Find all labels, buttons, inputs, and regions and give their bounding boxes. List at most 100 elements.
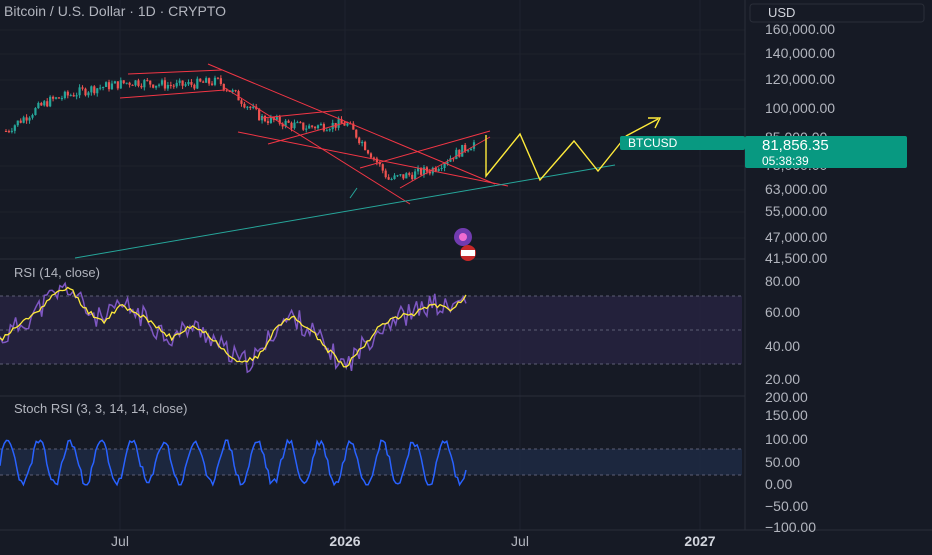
candle-body [60,98,64,100]
stoch-tick-label: 150.00 [765,407,808,423]
candle-body [337,119,340,128]
candle-body [390,179,393,181]
candle-body [175,82,178,87]
candle-body [69,95,72,97]
candle-body [408,173,411,175]
candle-body [99,87,102,89]
candle-body [102,86,105,88]
candle-body [93,86,96,94]
rsi-tick-label: 40.00 [765,338,800,354]
candle-body [311,125,314,127]
candle-body [49,96,52,107]
rsi-tick-label: 80.00 [765,273,800,289]
price-tag-value: 81,856.35 [762,137,829,154]
candle-body [78,87,81,96]
candle-body [143,80,146,88]
candle-body [305,128,308,130]
candle-body [393,175,396,180]
stoch-tick-label: 200.00 [765,389,808,405]
chart-title: Bitcoin / U.S. Dollar · 1D · CRYPTO [4,3,226,19]
candle-body [258,108,261,121]
candle-body [369,153,373,158]
candle-body [37,102,40,109]
candle-body [66,91,69,96]
candle-body [325,130,328,132]
candle-body [469,148,473,151]
rsi-band-group [0,295,742,365]
candle-body [263,115,267,122]
candle-body [372,157,376,159]
stoch-tick-label: 0.00 [765,476,792,492]
candle-body [190,82,193,85]
candle-body [296,122,299,124]
stoch-tick-label: 50.00 [765,454,800,470]
price-tick-label: 120,000.00 [765,71,835,87]
candle-body [308,125,311,129]
stoch-tick-label: −100.00 [765,519,816,535]
price-tick-label: 160,000.00 [765,21,835,37]
candle-body [187,82,190,85]
candle-body [19,120,22,123]
rsi-tick-label: 60.00 [765,304,800,320]
candle-body [246,106,249,108]
candle-body [107,82,111,90]
candle-body [405,173,408,179]
price-tag-countdown: 05:38:39 [762,154,809,168]
candle-body [110,83,114,90]
candle-body [219,78,222,84]
candle-body [25,117,28,121]
candle-body [104,82,108,87]
candle-body [216,77,220,79]
candle-body [169,84,172,86]
candle-body [96,88,99,94]
candle-body [181,80,184,86]
candle-body [57,97,61,99]
candle-body [54,97,58,99]
candle-body [243,103,246,108]
candle-body [231,90,234,92]
candle-body [316,125,320,129]
candle-body [152,84,155,88]
candle-body [213,77,217,85]
candle-body [63,91,66,99]
candle-body [51,96,55,99]
candle-body [149,80,152,85]
candle-body [381,164,384,171]
price-tick-label: 63,000.00 [765,181,827,197]
candle-body [116,81,119,89]
candle-body [125,82,128,84]
currency-label[interactable]: USD [768,5,795,20]
rsi-title[interactable]: RSI (14, close) [14,265,100,280]
candle-body [384,170,387,178]
candle-body [402,174,405,179]
candle-body [222,83,225,90]
candle-body [90,86,93,93]
candle-body [87,92,90,96]
candle-body [7,131,11,133]
candle-body [34,108,37,115]
candle-body [240,100,243,104]
candle-body [10,130,13,132]
candle-body [43,101,46,106]
candle-body [443,163,446,168]
candle-body [363,141,367,151]
candle-body [46,101,49,107]
price-tick-label: 47,000.00 [765,229,827,245]
candle-body [461,144,464,157]
candle-body [172,85,175,87]
candle-body [299,122,302,124]
candle-body [205,78,208,83]
candle-body [75,95,78,97]
stoch-title[interactable]: Stoch RSI (3, 3, 14, 14, close) [14,401,187,416]
candle-body [464,144,467,151]
candle-body [252,106,255,108]
currency-button[interactable]: USD [749,3,925,23]
time-tick-label: Jul [111,533,129,549]
candle-body [22,117,25,123]
candle-body [131,84,134,86]
candle-body [287,120,290,123]
candle-body [4,131,8,133]
candle-body [358,137,361,144]
time-tick-label: 2026 [329,533,360,549]
candle-body [196,78,199,89]
